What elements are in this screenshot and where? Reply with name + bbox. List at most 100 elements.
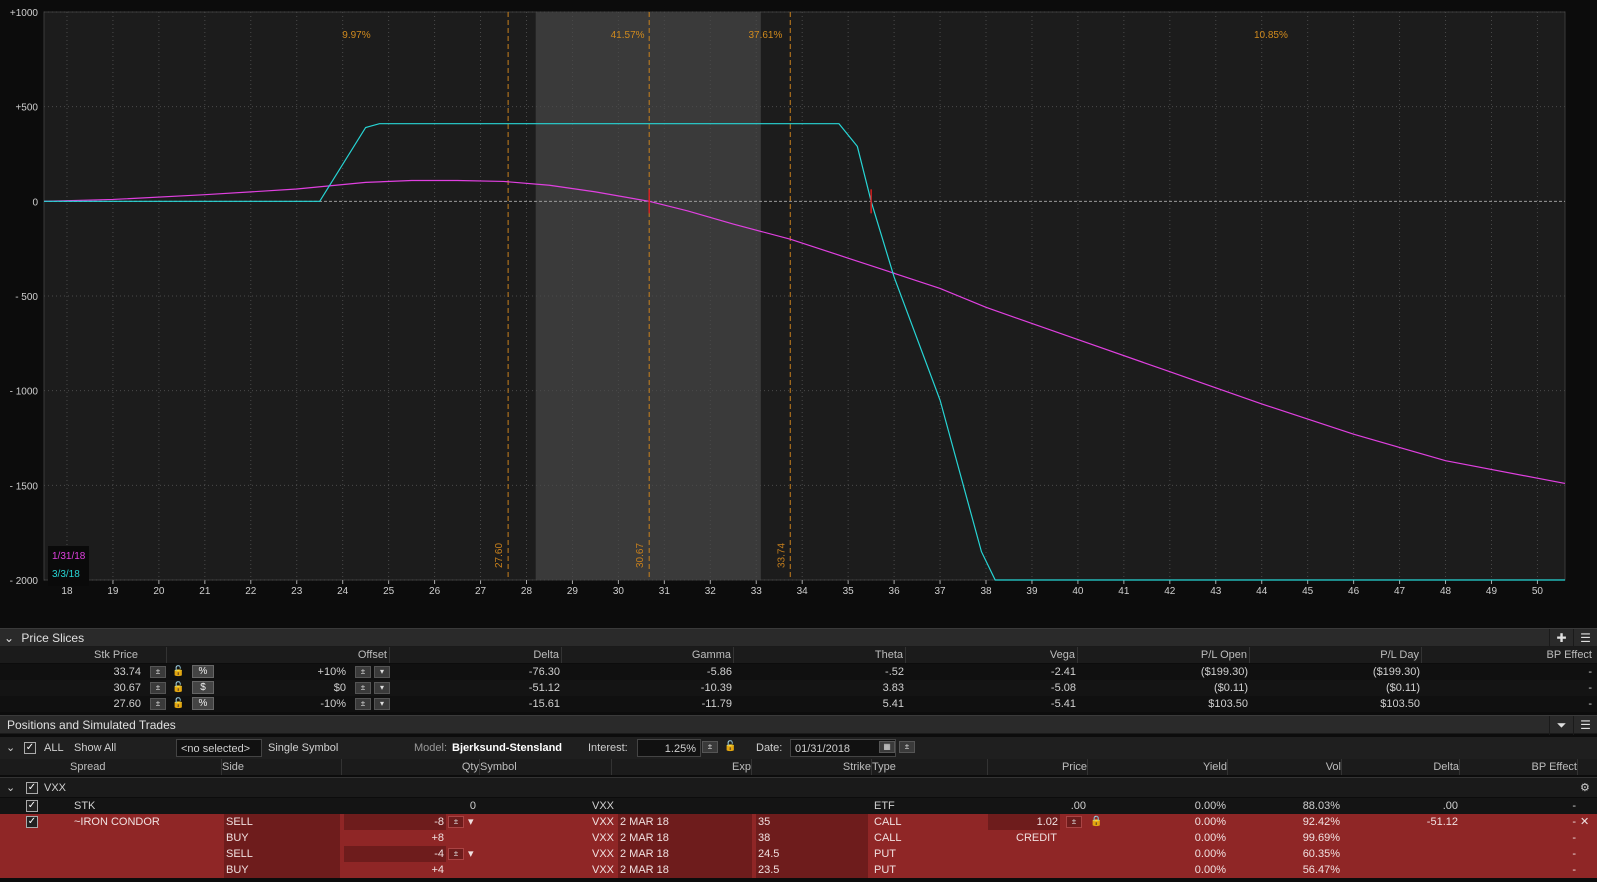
symbol-mode-dropdown[interactable]: Single Symbol: [264, 739, 404, 757]
slice-offset-stepper[interactable]: ±: [355, 682, 371, 694]
slice-offset-dropdown[interactable]: ▾: [374, 666, 390, 678]
toolbar-chevron-icon[interactable]: ⌄: [2, 739, 19, 757]
leg-side[interactable]: SELL: [224, 814, 340, 830]
group-checkbox[interactable]: ✓: [26, 782, 38, 794]
price-slice-row[interactable]: 27.60 ± 🔓% -10% ± ▾ -15.61 -11.79 5.41 -5.41 $103.…: [0, 696, 1597, 712]
add-slice-icon[interactable]: ✚: [1549, 629, 1573, 648]
calendar-icon[interactable]: ▦: [879, 741, 895, 753]
leg-side[interactable]: BUY: [224, 862, 340, 878]
col-pl-day[interactable]: P/L Day: [1250, 647, 1422, 663]
leg-exp[interactable]: 2 MAR 18: [618, 830, 752, 846]
col-vol[interactable]: Vol: [1228, 759, 1342, 775]
col-exp[interactable]: Exp: [612, 759, 752, 775]
position-leg-row[interactable]: BUY +4 VXX 2 MAR 18 23.5 PUT 0.00% 56.47% -: [0, 862, 1597, 878]
menu-list-icon[interactable]: ☰: [1573, 629, 1597, 648]
leg-exp[interactable]: 2 MAR 18: [618, 862, 752, 878]
leg-checkbox[interactable]: ✓: [26, 816, 38, 828]
slice-mode-button[interactable]: %: [192, 697, 214, 710]
col-type[interactable]: Type: [872, 759, 988, 775]
col-bp-effect-pos[interactable]: BP Effect: [1460, 759, 1578, 775]
slice-stk-price[interactable]: 27.60: [0, 696, 145, 712]
interest-stepper[interactable]: ±: [702, 741, 718, 753]
stk-price[interactable]: .00: [988, 798, 1086, 814]
all-checkbox[interactable]: ✓: [24, 742, 36, 754]
col-spread[interactable]: Spread: [70, 759, 222, 775]
position-leg-row[interactable]: SELL -4 ± ▾ VXX 2 MAR 18 24.5 PUT 0.00% 60.35% -: [0, 846, 1597, 862]
col-symbol[interactable]: Symbol: [480, 759, 612, 775]
leg-qty-stepper[interactable]: ±: [448, 816, 464, 828]
leg-strike[interactable]: 35: [756, 814, 868, 830]
interest-input[interactable]: 1.25%: [637, 739, 701, 757]
leg-exp[interactable]: 2 MAR 18: [618, 846, 752, 862]
stk-row[interactable]: ✓ STK 0 VXX ETF .00 0.00% 88.03% .00 -: [0, 798, 1597, 814]
col-theta[interactable]: Theta: [734, 647, 906, 663]
slice-stk-price[interactable]: 30.67: [0, 680, 145, 696]
slice-mode-button[interactable]: $: [192, 681, 214, 694]
col-price[interactable]: Price: [988, 759, 1088, 775]
col-stk-price[interactable]: Stk Price: [0, 647, 167, 663]
position-leg-row[interactable]: ✓ ~IRON CONDOR SELL -8 ± ▾ VXX 2 MAR 18 35 CALL 1.…: [0, 814, 1597, 830]
positions-menu-icon[interactable]: ☰: [1573, 716, 1597, 735]
price-slice-row[interactable]: 33.74 ± 🔓% +10% ± ▾ -76.30 -5.86 -.52 -2.41 ($199.…: [0, 664, 1597, 680]
col-pl-open[interactable]: P/L Open: [1078, 647, 1250, 663]
col-side[interactable]: Side: [222, 759, 342, 775]
group-row-vxx[interactable]: ⌄ ✓ VXX ⚙: [0, 777, 1597, 797]
leg-qty[interactable]: +8: [344, 830, 446, 846]
remove-leg-close-icon[interactable]: ✕: [1580, 814, 1594, 830]
leg-qty-dropdown-icon[interactable]: ▾: [468, 814, 480, 830]
leg-spread[interactable]: ~IRON CONDOR: [74, 814, 220, 830]
position-leg-row[interactable]: BUY +8 VXX 2 MAR 18 38 CALL CREDIT 0.00% 99.69% -: [0, 830, 1597, 846]
stk-checkbox[interactable]: ✓: [26, 800, 38, 812]
leg-side[interactable]: SELL: [224, 846, 340, 862]
col-delta[interactable]: Delta: [390, 647, 562, 663]
leg-qty[interactable]: +4: [344, 862, 446, 878]
col-gamma[interactable]: Gamma: [562, 647, 734, 663]
group-settings-gear-icon[interactable]: ⚙: [1580, 778, 1596, 798]
col-vega[interactable]: Vega: [906, 647, 1078, 663]
col-delta-pos[interactable]: Delta: [1342, 759, 1460, 775]
stk-qty[interactable]: 0: [342, 798, 476, 814]
leg-strike[interactable]: 38: [756, 830, 868, 846]
slice-offset-dropdown[interactable]: ▾: [374, 698, 390, 710]
slice-mode-button[interactable]: %: [192, 665, 214, 678]
slice-lock-icon[interactable]: 🔓: [172, 666, 184, 678]
slice-offset-dropdown[interactable]: ▾: [374, 682, 390, 694]
leg-qty-stepper[interactable]: ±: [448, 848, 464, 860]
slice-offset[interactable]: $0: [220, 680, 348, 696]
leg-type[interactable]: PUT: [874, 846, 984, 862]
slice-price-stepper[interactable]: ±: [150, 682, 166, 694]
collapse-chevron-icon[interactable]: ⌄: [4, 631, 14, 645]
leg-type[interactable]: CALL: [874, 830, 984, 846]
slice-offset[interactable]: -10%: [220, 696, 348, 712]
slice-offset-stepper[interactable]: ±: [355, 666, 371, 678]
leg-price-lock-icon[interactable]: 🔒: [1090, 816, 1102, 828]
leg-strike[interactable]: 23.5: [756, 862, 868, 878]
leg-price-stepper[interactable]: ±: [1066, 816, 1082, 828]
leg-type[interactable]: CALL: [874, 814, 984, 830]
slice-offset-stepper[interactable]: ±: [355, 698, 371, 710]
leg-exp[interactable]: 2 MAR 18: [618, 814, 752, 830]
leg-strike[interactable]: 24.5: [756, 846, 868, 862]
slice-lock-icon[interactable]: 🔓: [172, 698, 184, 710]
group-chevron-icon[interactable]: ⌄: [6, 778, 15, 798]
date-stepper[interactable]: ±: [899, 741, 915, 753]
slice-price-stepper[interactable]: ±: [150, 698, 166, 710]
col-yield[interactable]: Yield: [1110, 759, 1228, 775]
interest-lock-icon[interactable]: 🔓: [724, 741, 736, 753]
col-strike[interactable]: Strike: [752, 759, 872, 775]
slice-lock-icon[interactable]: 🔓: [172, 682, 184, 694]
selected-dropdown[interactable]: <no selected>: [176, 739, 262, 757]
show-filter-dropdown[interactable]: Show All: [70, 739, 172, 757]
col-offset[interactable]: Offset: [190, 647, 390, 663]
leg-side[interactable]: BUY: [224, 830, 340, 846]
col-bp-effect[interactable]: BP Effect: [1422, 647, 1594, 663]
leg-qty[interactable]: -4: [344, 846, 446, 862]
model-dropdown[interactable]: Bjerksund-Stensland: [448, 739, 566, 757]
leg-price[interactable]: 1.02: [988, 814, 1060, 830]
leg-qty-dropdown-icon[interactable]: ▾: [468, 846, 480, 862]
collapse-all-icon[interactable]: ⏷: [1549, 716, 1573, 735]
risk-profile-svg[interactable]: 18 19 20 21 22 23 24 25 26 27 28 29 30 31 32 33 34 35 36 37…: [0, 0, 1597, 620]
slice-offset[interactable]: +10%: [220, 664, 348, 680]
risk-profile-chart[interactable]: 18 19 20 21 22 23 24 25 26 27 28 29 30 31 32 33 34 35 36 37…: [0, 0, 1597, 620]
price-slice-row[interactable]: 30.67 ± 🔓 $ $0 ± ▾ -51.12 -10.39 3.83 -5.08 ($0.11)…: [0, 680, 1597, 696]
